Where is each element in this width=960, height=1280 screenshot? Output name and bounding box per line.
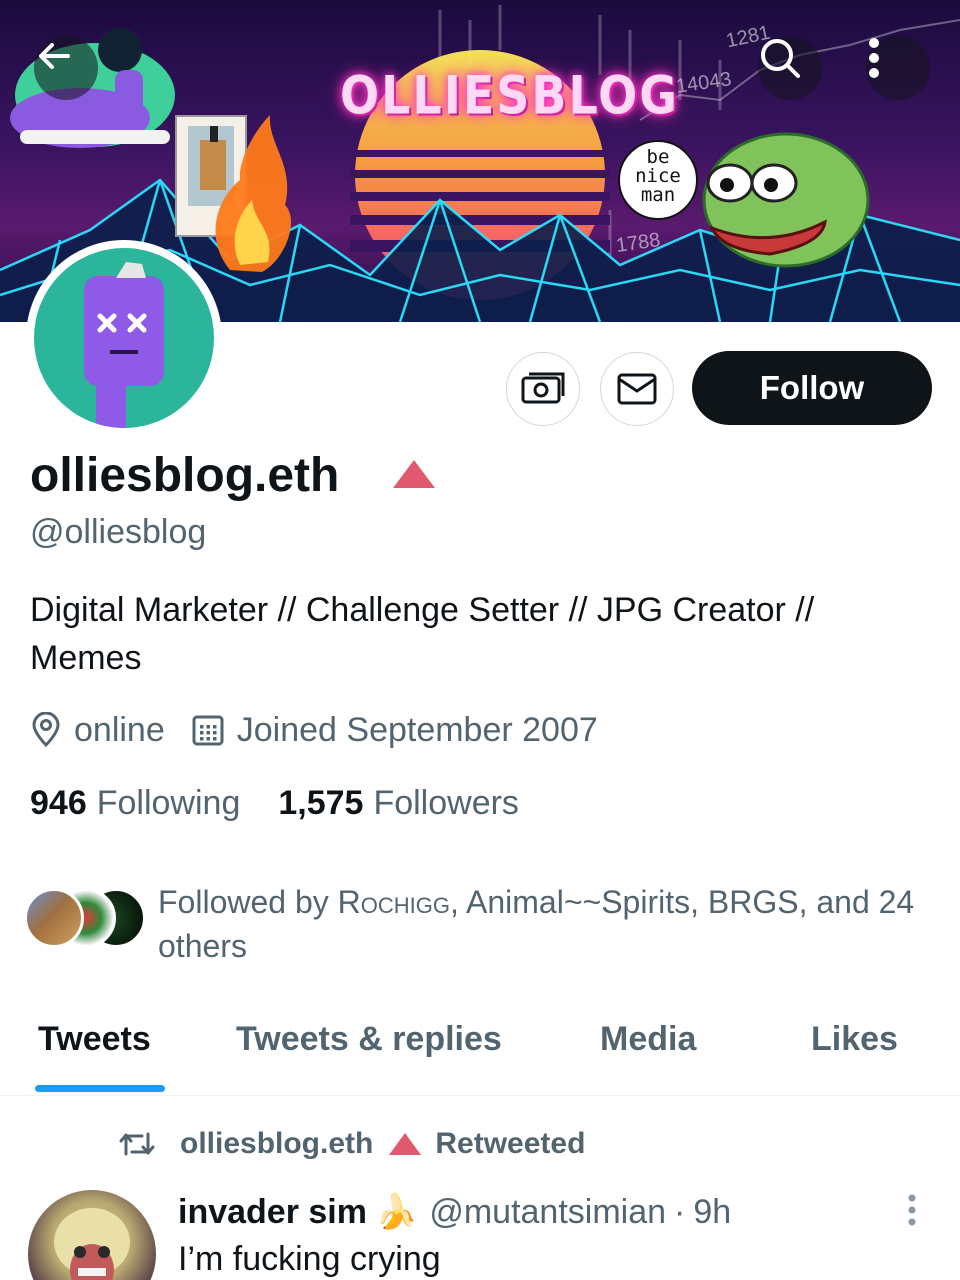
triangle-icon — [389, 1133, 422, 1155]
following-link[interactable]: 946 Following — [30, 784, 240, 823]
tweet-header: invader sim 🍌 @mutantsimian · 9h — [178, 1192, 731, 1232]
calendar-icon — [192, 715, 224, 746]
tweet-author-name[interactable]: invader sim — [178, 1193, 367, 1232]
followed-by-prefix: Followed by — [158, 884, 338, 920]
banana-icon: 🍌 — [374, 1193, 418, 1231]
profile-avatar[interactable] — [26, 240, 222, 436]
display-name: olliesblog.eth — [30, 449, 340, 502]
tab-tweets[interactable]: Tweets — [38, 1020, 151, 1059]
followers-label: Followers — [373, 784, 519, 822]
profile-tabs: Tweets Tweets & replies Media Likes — [0, 1000, 960, 1096]
joined-text: Joined September 2007 — [236, 710, 598, 749]
arrow-left-icon — [39, 43, 70, 69]
active-tab-indicator — [35, 1085, 165, 1092]
location-text: online — [74, 710, 165, 749]
followed-by-text[interactable]: Followed by Rochigg, Animal~~Spirits, BR… — [158, 880, 938, 968]
tab-likes[interactable]: Likes — [811, 1020, 898, 1059]
banner-title: OLLIESBLOG — [340, 63, 679, 127]
following-count: 946 — [30, 784, 87, 822]
search-button[interactable] — [758, 36, 822, 100]
profile-meta: online Joined September 2007 — [30, 708, 598, 752]
search-icon — [761, 39, 800, 78]
tweet-more-button[interactable] — [900, 1192, 924, 1228]
message-button[interactable] — [600, 352, 674, 426]
location-pin-icon — [32, 712, 60, 748]
more-vertical-icon — [908, 1194, 916, 1226]
follow-stats: 946 Following 1,575 Followers — [30, 784, 557, 823]
back-button[interactable] — [34, 36, 98, 100]
money-icon — [521, 372, 565, 404]
avatar — [24, 888, 84, 948]
triangle-icon — [393, 460, 435, 488]
tip-button[interactable] — [506, 352, 580, 426]
speech-bubble-line: man — [640, 184, 676, 206]
retweet-icon — [119, 1132, 155, 1156]
speech-bubble: be nice man — [618, 140, 698, 220]
followed-by-avatars[interactable] — [24, 888, 150, 952]
location-item: online — [30, 711, 165, 750]
tab-media[interactable]: Media — [600, 1020, 696, 1059]
more-button[interactable] — [866, 36, 930, 100]
joined-item: Joined September 2007 — [191, 711, 598, 750]
avatar-image — [34, 248, 214, 428]
tweet-time[interactable]: 9h — [693, 1193, 731, 1232]
followed-by-first-name: Rochigg — [337, 884, 450, 920]
following-label: Following — [96, 784, 241, 822]
mail-icon — [617, 373, 657, 405]
retweeted-label: Retweeted — [435, 1127, 586, 1160]
retweeted-by-name[interactable]: olliesblog.eth — [180, 1127, 373, 1161]
tab-tweets-replies[interactable]: Tweets & replies — [236, 1020, 502, 1059]
tweet-text: I’m fucking crying — [178, 1240, 441, 1278]
profile-handle: @olliesblog — [30, 513, 207, 551]
more-vertical-icon — [869, 38, 879, 78]
tweet-separator: · — [674, 1192, 686, 1231]
tweet-author-handle[interactable]: @mutantsimian — [429, 1193, 666, 1232]
followers-link[interactable]: 1,575 Followers — [278, 784, 519, 823]
tweet-author-avatar[interactable] — [28, 1190, 156, 1280]
follow-button[interactable]: Follow — [692, 351, 932, 425]
retweet-context: olliesblog.eth Retweeted — [118, 1124, 585, 1164]
followers-count: 1,575 — [278, 784, 364, 822]
profile-bio: Digital Marketer // Challenge Setter // … — [30, 591, 815, 677]
